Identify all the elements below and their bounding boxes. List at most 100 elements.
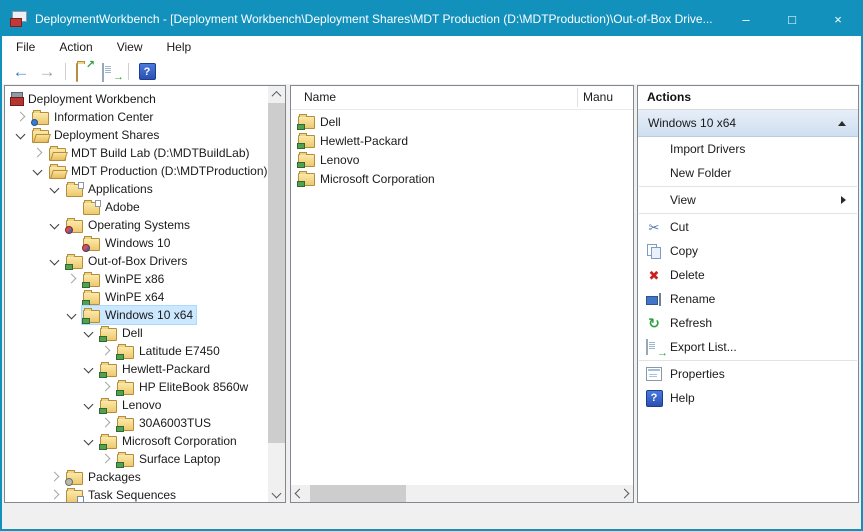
tree-item-30a6003tus[interactable]: 30A6003TUS <box>5 414 265 432</box>
tree-node[interactable]: MDT Build Lab (D:\MDTBuildLab) <box>48 144 253 162</box>
chevron-down-icon[interactable] <box>16 130 26 140</box>
action-item-delete[interactable]: ✖Delete <box>638 263 858 287</box>
tree-item-task-sequences[interactable]: Task Sequences <box>5 486 265 502</box>
chevron-right-icon[interactable] <box>101 454 111 464</box>
tree-node[interactable]: Deployment Shares <box>31 126 162 144</box>
chevron-right-icon[interactable] <box>16 112 26 122</box>
tree-item-applications[interactable]: Applications <box>5 180 265 198</box>
toolbar-button-up-one-level[interactable]: ↗ <box>72 61 96 83</box>
chevron-down-icon[interactable] <box>33 166 43 176</box>
tree-item-information-center[interactable]: Information Center <box>5 108 265 126</box>
tree-item-latitude-e7450[interactable]: Latitude E7450 <box>5 342 265 360</box>
action-item-properties[interactable]: Properties <box>638 362 858 386</box>
column-header-manufacturer[interactable]: Manu <box>583 90 631 104</box>
chevron-right-icon[interactable] <box>50 490 60 500</box>
chevron-down-icon[interactable] <box>50 256 60 266</box>
chevron-down-icon[interactable] <box>84 400 94 410</box>
list-item-hewlett-packard[interactable]: Hewlett-Packard <box>298 131 408 150</box>
tree-node[interactable]: Windows 10 <box>82 234 173 252</box>
chevron-down-icon[interactable] <box>50 220 60 230</box>
toolbar-button-export-list[interactable]: → <box>98 61 122 83</box>
tree-item-hewlett-packard[interactable]: Hewlett-Packard <box>5 360 265 378</box>
action-item-import-drivers[interactable]: Import Drivers <box>638 137 858 161</box>
tree-node[interactable]: Windows 10 x64 <box>82 306 196 324</box>
chevron-down-icon[interactable] <box>84 328 94 338</box>
tree-item-microsoft-corporation[interactable]: Microsoft Corporation <box>5 432 265 450</box>
menu-item-view[interactable]: View <box>105 36 155 59</box>
scroll-right-button[interactable] <box>616 485 633 502</box>
action-item-export-list[interactable]: →Export List... <box>638 335 858 359</box>
tree-item-deployment-workbench[interactable]: Deployment Workbench <box>5 90 265 108</box>
scrollbar-thumb[interactable] <box>268 103 285 443</box>
tree-node[interactable]: Applications <box>65 180 156 198</box>
chevron-right-icon[interactable] <box>101 346 111 356</box>
action-item-cut[interactable]: ✂Cut <box>638 215 858 239</box>
tree-node[interactable]: Hewlett-Packard <box>99 360 213 378</box>
tree-node[interactable]: Information Center <box>31 108 156 126</box>
scroll-left-button[interactable] <box>291 485 308 502</box>
tree-node[interactable]: Microsoft Corporation <box>99 432 240 450</box>
column-header-name[interactable]: Name <box>304 90 336 104</box>
toolbar-button-forward[interactable]: → <box>35 61 59 83</box>
title-bar[interactable]: DeploymentWorkbench - [Deployment Workbe… <box>2 2 861 36</box>
menu-item-action[interactable]: Action <box>47 36 104 59</box>
tree-item-operating-systems[interactable]: Operating Systems <box>5 216 265 234</box>
collapse-icon[interactable] <box>838 121 846 126</box>
list-item-dell[interactable]: Dell <box>298 112 341 131</box>
toolbar-button-back[interactable]: ← <box>9 61 33 83</box>
minimize-button[interactable]: – <box>723 2 769 36</box>
list-item-lenovo[interactable]: Lenovo <box>298 150 359 169</box>
list-item-microsoft-corporation[interactable]: Microsoft Corporation <box>298 169 435 188</box>
action-item-new-folder[interactable]: New Folder <box>638 161 858 185</box>
tree-item-mdt-build-lab-d-mdtbuildlab[interactable]: MDT Build Lab (D:\MDTBuildLab) <box>5 144 265 162</box>
scroll-down-button[interactable] <box>268 485 285 502</box>
action-item-help[interactable]: ?Help <box>638 386 858 410</box>
tree-node[interactable]: Surface Laptop <box>116 450 223 468</box>
menu-item-help[interactable]: Help <box>155 36 204 59</box>
tree-node[interactable]: Task Sequences <box>65 486 179 502</box>
chevron-right-icon[interactable] <box>50 472 60 482</box>
tree-node[interactable]: Lenovo <box>99 396 164 414</box>
tree-item-mdt-production-d-mdtproduction[interactable]: MDT Production (D:\MDTProduction) <box>5 162 265 180</box>
tree-node[interactable]: HP EliteBook 8560w <box>116 378 251 396</box>
maximize-button[interactable]: □ <box>769 2 815 36</box>
tree-item-windows-10[interactable]: Windows 10 <box>5 234 265 252</box>
tree-vertical-scrollbar[interactable] <box>268 86 285 502</box>
action-item-view[interactable]: View <box>638 188 858 212</box>
tree-node[interactable]: Latitude E7450 <box>116 342 223 360</box>
results-horizontal-scrollbar[interactable] <box>291 485 633 502</box>
tree-item-adobe[interactable]: Adobe <box>5 198 265 216</box>
chevron-down-icon[interactable] <box>84 436 94 446</box>
action-item-rename[interactable]: Rename <box>638 287 858 311</box>
scroll-up-button[interactable] <box>268 86 285 103</box>
tree-node[interactable]: Adobe <box>82 198 143 216</box>
tree-item-winpe-x86[interactable]: WinPE x86 <box>5 270 265 288</box>
chevron-down-icon[interactable] <box>67 310 77 320</box>
close-button[interactable]: × <box>815 2 861 36</box>
tree-item-windows-10-x64[interactable]: Windows 10 x64 <box>5 306 265 324</box>
chevron-right-icon[interactable] <box>101 382 111 392</box>
chevron-right-icon[interactable] <box>67 274 77 284</box>
tree-node[interactable]: Out-of-Box Drivers <box>65 252 190 270</box>
tree-item-winpe-x64[interactable]: WinPE x64 <box>5 288 265 306</box>
tree-node[interactable]: WinPE x86 <box>82 270 167 288</box>
menu-item-file[interactable]: File <box>2 36 47 59</box>
scrollbar-thumb[interactable] <box>310 485 406 502</box>
tree-item-surface-laptop[interactable]: Surface Laptop <box>5 450 265 468</box>
tree-item-out-of-box-drivers[interactable]: Out-of-Box Drivers <box>5 252 265 270</box>
tree-node[interactable]: Deployment Workbench <box>8 90 159 108</box>
actions-group-header[interactable]: Windows 10 x64 <box>638 110 858 137</box>
tree-item-packages[interactable]: Packages <box>5 468 265 486</box>
tree-node[interactable]: Dell <box>99 324 146 342</box>
tree-item-hp-elitebook-8560w[interactable]: HP EliteBook 8560w <box>5 378 265 396</box>
action-item-refresh[interactable]: ↻Refresh <box>638 311 858 335</box>
tree-node[interactable]: Operating Systems <box>65 216 193 234</box>
chevron-down-icon[interactable] <box>50 184 60 194</box>
tree-node[interactable]: MDT Production (D:\MDTProduction) <box>48 162 268 180</box>
tree-item-deployment-shares[interactable]: Deployment Shares <box>5 126 265 144</box>
tree-item-dell[interactable]: Dell <box>5 324 265 342</box>
chevron-right-icon[interactable] <box>101 418 111 428</box>
tree-node[interactable]: Packages <box>65 468 144 486</box>
tree-item-lenovo[interactable]: Lenovo <box>5 396 265 414</box>
chevron-down-icon[interactable] <box>84 364 94 374</box>
